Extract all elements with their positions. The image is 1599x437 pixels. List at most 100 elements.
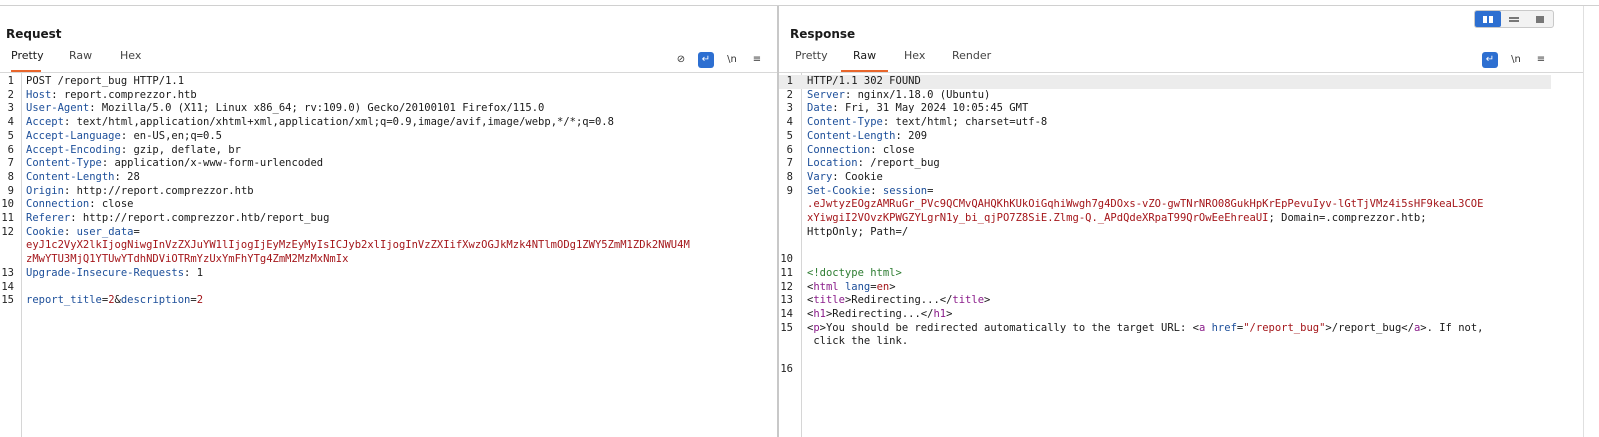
code-line[interactable]: 2 Host: report.comprezzor.htb: [0, 89, 767, 103]
tab-pretty[interactable]: Pretty: [795, 49, 828, 70]
code-line[interactable]: 6 Connection: close: [779, 144, 1551, 158]
token: >You should be redirected automatically …: [819, 321, 1199, 334]
code-line[interactable]: 2 Server: nginx/1.18.0 (Ubuntu): [779, 89, 1551, 103]
token: zMwYTU3MjQ1YTUwYTdhNDViOTRmYzUxYmFhYTg4Z…: [26, 253, 349, 266]
token: : nginx/1.18.0 (Ubuntu): [844, 88, 991, 101]
token: Content-Type: [26, 157, 102, 170]
request-pane: Request Pretty Raw Hex ⊘ ↵ \n ≡ 1 POST /r…: [0, 6, 777, 437]
tab-render[interactable]: Render: [952, 49, 991, 70]
code-line[interactable]: 12 Cookie: user_data=: [0, 226, 767, 240]
code-line[interactable]: 11 Referer: http://report.comprezzor.htb/…: [0, 212, 767, 226]
line-text: eyJ1c2VyX2lkIjogNiwgInVzZXJuYW1lIjogIjEy…: [26, 239, 690, 253]
token: >Redirecting...</: [844, 294, 953, 307]
wrap-lines-icon[interactable]: ↵: [698, 52, 714, 68]
code-line[interactable]: 10 Connection: close: [0, 198, 767, 212]
line-number: 14: [1, 280, 14, 293]
token: : text/html; charset=utf-8: [882, 116, 1048, 129]
token: : Cookie: [832, 170, 883, 183]
code-line[interactable]: HttpOnly; Path=/: [779, 226, 1551, 240]
token: Connection: [807, 143, 871, 156]
token: Connection: [26, 198, 90, 211]
code-line[interactable]: 4 Content-Type: text/html; charset=utf-8: [779, 116, 1551, 130]
line-text: Location: /report_bug: [807, 157, 940, 171]
code-line[interactable]: 1 HTTP/1.1 302 FOUND: [779, 75, 1551, 89]
code-line[interactable]: 13 <title>Redirecting...</title>: [779, 294, 1551, 308]
line-text: click the link.: [807, 335, 908, 349]
code-line[interactable]: 7 Content-Type: application/x-www-form-ur…: [0, 157, 767, 171]
line-text: Set-Cookie: session=: [807, 185, 933, 199]
line-text: Date: Fri, 31 May 2024 10:05:45 GMT: [807, 102, 1028, 116]
code-line[interactable]: 5 Accept-Language: en-US,en;q=0.5: [0, 130, 767, 144]
code-line[interactable]: 14 <h1>Redirecting...</h1>: [779, 308, 1551, 322]
wrap-lines-icon[interactable]: ↵: [1482, 52, 1498, 68]
line-number: 8: [7, 170, 14, 183]
code-line[interactable]: 13 Upgrade-Insecure-Requests: 1: [0, 267, 767, 281]
token: Content-Length: [26, 170, 115, 183]
right-edge: [1583, 6, 1584, 437]
tab-raw[interactable]: Raw: [841, 49, 889, 72]
token: click the link.: [807, 335, 909, 348]
code-line[interactable]: eyJ1c2VyX2lkIjogNiwgInVzZXJuYW1lIjogIjEy…: [0, 239, 767, 253]
hide-nonprintable-icon[interactable]: ⊘: [673, 52, 689, 68]
code-line[interactable]: 11 <!doctype html>: [779, 267, 1551, 281]
menu-icon[interactable]: ≡: [1533, 52, 1549, 68]
code-line[interactable]: [779, 349, 1551, 363]
tab-hex[interactable]: Hex: [904, 49, 925, 70]
code-line[interactable]: 6 Accept-Encoding: gzip, deflate, br: [0, 144, 767, 158]
show-newlines-icon[interactable]: \n: [1508, 52, 1524, 68]
line-number: 7: [7, 157, 14, 170]
token: : http://report.comprezzor.htb/report_bu…: [70, 212, 330, 224]
code-line[interactable]: xYiwgiI2VOvzKPWGZYLgrN1y_bi_qjPO7Z8SiE.Z…: [779, 212, 1551, 226]
tab-pretty[interactable]: Pretty: [11, 49, 44, 72]
line-number: 3: [7, 102, 14, 115]
line-number: 13: [780, 294, 793, 307]
line-number: 1: [7, 75, 14, 87]
line-number: 9: [7, 184, 14, 197]
code-line[interactable]: 10: [779, 253, 1551, 267]
code-line[interactable]: 16: [779, 363, 1551, 377]
code-line[interactable]: 15 <p>You should be redirected automatica…: [779, 322, 1551, 336]
token: Content-Type: [807, 116, 883, 129]
line-number: 2: [786, 88, 793, 101]
token: "/report_bug": [1243, 321, 1326, 334]
line-number: 9: [786, 184, 793, 197]
token: >: [889, 280, 896, 293]
code-line[interactable]: zMwYTU3MjQ1YTUwYTdhNDViOTRmYzUxYmFhYTg4Z…: [0, 253, 767, 267]
code-line[interactable]: .eJwtyzEOgzAMRuGr_PVc9QCMvQAHQKhKUkOiGqh…: [779, 198, 1551, 212]
line-number: 3: [786, 102, 793, 115]
token: Location: [807, 157, 858, 170]
line-text: HTTP/1.1 302 FOUND: [807, 75, 921, 89]
line-number: 10: [1, 198, 14, 211]
token: Accept: [26, 116, 64, 129]
menu-icon[interactable]: ≡: [749, 52, 765, 68]
code-line[interactable]: click the link.: [779, 335, 1551, 349]
line-number: 5: [7, 129, 14, 142]
code-line[interactable]: 3 Date: Fri, 31 May 2024 10:05:45 GMT: [779, 102, 1551, 116]
token: >: [946, 307, 953, 320]
line-text: report_title=2&description=2: [26, 294, 203, 308]
code-line[interactable]: 3 User-Agent: Mozilla/5.0 (X11; Linux x86…: [0, 102, 767, 116]
tab-raw[interactable]: Raw: [69, 49, 92, 70]
line-text: <!doctype html>: [807, 267, 902, 281]
code-line[interactable]: 5 Content-Length: 209: [779, 130, 1551, 144]
code-line[interactable]: 1 POST /report_bug HTTP/1.1: [0, 75, 767, 89]
token: html: [813, 280, 839, 293]
code-line[interactable]: 8 Vary: Cookie: [779, 171, 1551, 185]
code-line[interactable]: 14: [0, 281, 767, 295]
code-line[interactable]: 12 <html lang=en>: [779, 281, 1551, 295]
show-newlines-icon[interactable]: \n: [724, 52, 740, 68]
line-text: User-Agent: Mozilla/5.0 (X11; Linux x86_…: [26, 102, 544, 116]
line-text: Accept-Encoding: gzip, deflate, br: [26, 144, 241, 158]
code-line[interactable]: [779, 239, 1551, 253]
line-text: Connection: close: [807, 144, 914, 158]
code-line[interactable]: 9 Origin: http://report.comprezzor.htb: [0, 185, 767, 199]
code-line[interactable]: 4 Accept: text/html,application/xhtml+xml…: [0, 116, 767, 130]
line-text: Accept: text/html,application/xhtml+xml,…: [26, 116, 614, 130]
code-line[interactable]: 7 Location: /report_bug: [779, 157, 1551, 171]
code-line[interactable]: 8 Content-Length: 28: [0, 171, 767, 185]
line-number: 12: [1, 225, 14, 238]
code-line[interactable]: 15 report_title=2&description=2: [0, 294, 767, 308]
code-line[interactable]: 9 Set-Cookie: session=: [779, 185, 1551, 199]
tab-hex[interactable]: Hex: [120, 49, 141, 70]
line-text: <h1>Redirecting...</h1>: [807, 308, 952, 322]
